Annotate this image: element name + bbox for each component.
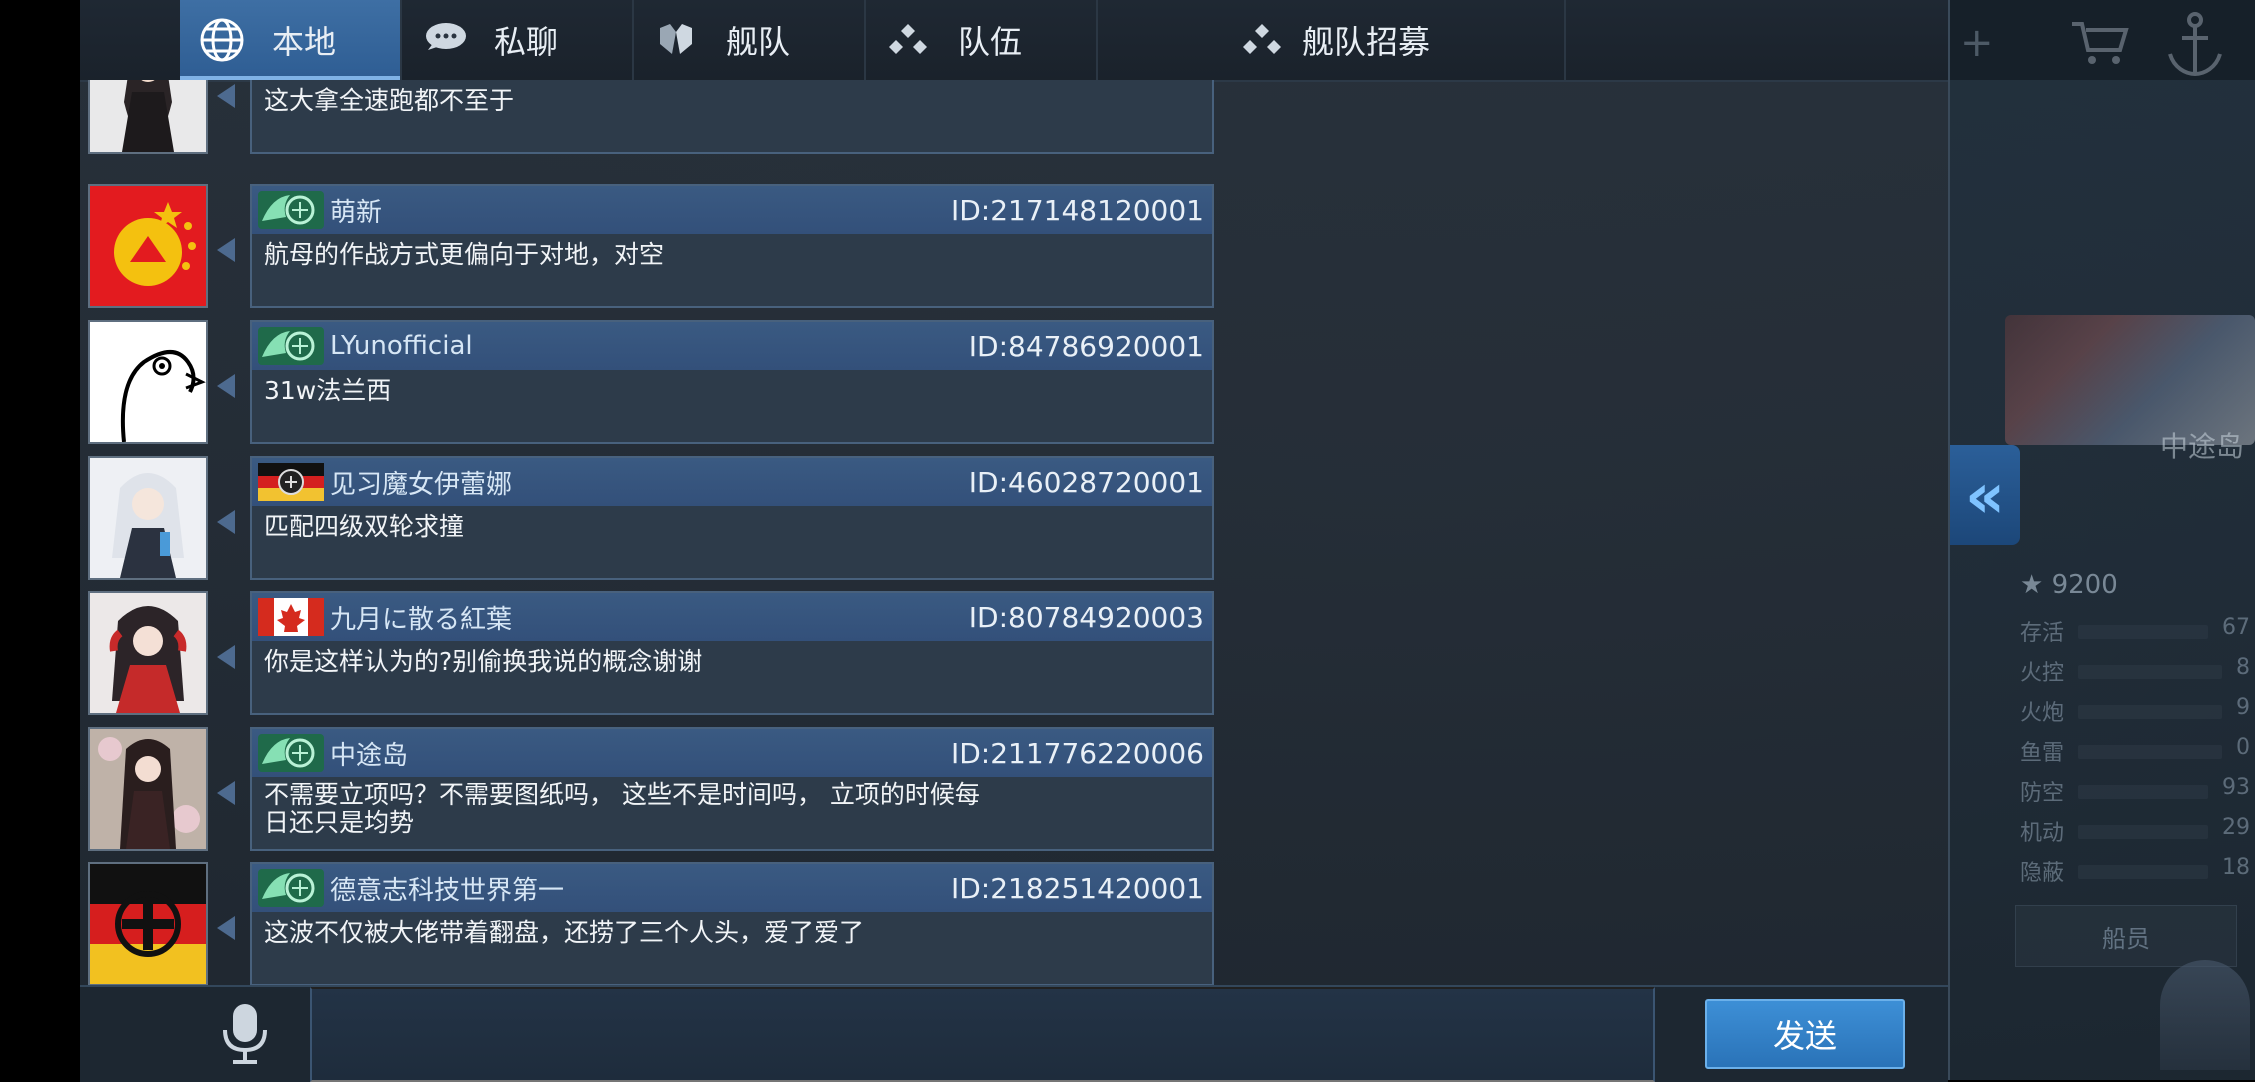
message-header: 德意志科技世界第一 ID:218251420001 xyxy=(252,864,1212,912)
tab-fleet-recruit[interactable]: 舰队招募 xyxy=(1098,0,1566,80)
list-item: LYunofficial ID:84786920001 31w法兰西 xyxy=(80,320,1214,450)
green-wing-emblem-icon xyxy=(258,869,324,907)
user-id: ID:46028720001 xyxy=(968,465,1204,499)
message-bubble: 中途岛 ID:211776220006 不需要立项吗？不需要图纸吗， 这些不是时… xyxy=(250,727,1214,851)
ship-rating: ★ 9200 xyxy=(2020,570,2118,600)
bubble-pointer xyxy=(217,238,235,262)
avatar[interactable] xyxy=(88,591,208,715)
list-item: 九月に散る紅葉 ID:80784920003 你是这样认为的?别偷换我说的概念谢… xyxy=(80,591,1214,721)
tab-label: 舰队招募 xyxy=(1301,23,1430,61)
german-flag-emblem-icon xyxy=(258,463,324,501)
list-item: 中途岛 ID:211776220006 不需要立项吗？不需要图纸吗， 这些不是时… xyxy=(80,727,1214,857)
message-text: 这大拿全速跑都不至于 xyxy=(264,86,515,115)
tab-label: 私聊 xyxy=(494,23,559,61)
list-item: 德意志科技世界第一 ID:218251420001 这波不仅被大佬带着翻盘，还捞… xyxy=(80,862,1214,985)
message-bubble: 九月に散る紅葉 ID:80784920003 你是这样认为的?别偷换我说的概念谢… xyxy=(250,591,1214,715)
message-bubble: LYunofficial ID:84786920001 31w法兰西 xyxy=(250,320,1214,444)
bubble-pointer xyxy=(217,84,235,108)
stat-row: 鱼雷 0 xyxy=(2020,735,2250,766)
collapse-chevron-icon[interactable]: « xyxy=(1950,445,2020,545)
microphone-icon[interactable] xyxy=(210,999,280,1069)
message-header: 见习魔女伊蕾娜 ID:46028720001 xyxy=(252,458,1212,506)
plus-icon[interactable]: + xyxy=(1960,20,1994,66)
send-button[interactable]: 发送 xyxy=(1705,999,1905,1069)
user-id: ID:84786920001 xyxy=(968,329,1204,363)
list-item: 这大拿全速跑都不至于 xyxy=(80,80,1214,160)
chat-input-bar: 发送 xyxy=(80,985,1948,1082)
tab-label: 舰队 xyxy=(726,23,791,61)
username[interactable]: 萌新 xyxy=(330,192,382,229)
user-id: ID:80784920003 xyxy=(968,600,1204,634)
username[interactable]: 德意志科技世界第一 xyxy=(330,870,564,907)
tab-team[interactable]: 队伍 xyxy=(866,0,1098,80)
green-wing-emblem-icon xyxy=(258,734,324,772)
tab-label: 队伍 xyxy=(958,23,1023,61)
stat-row: 隐蔽 18 xyxy=(2020,855,2250,886)
message-text: 不需要立项吗？不需要图纸吗， 这些不是时间吗， 立项的时候每 日还只是均势 xyxy=(264,780,980,837)
avatar[interactable] xyxy=(88,727,208,851)
bubble-pointer xyxy=(217,645,235,669)
cart-icon[interactable] xyxy=(2070,20,2130,65)
team-dots-icon xyxy=(878,10,938,70)
username[interactable]: 见习魔女伊蕾娜 xyxy=(330,464,512,501)
stat-row: 存活 67 xyxy=(2020,615,2250,646)
crew-button[interactable]: 船员 xyxy=(2015,905,2237,967)
tab-label: 本地 xyxy=(272,23,337,61)
username[interactable]: 中途岛 xyxy=(330,735,408,772)
recruit-dots-icon xyxy=(1232,10,1292,70)
stat-row: 机动 29 xyxy=(2020,815,2250,846)
message-bubble: 见习魔女伊蕾娜 ID:46028720001 匹配四级双轮求撞 xyxy=(250,456,1214,580)
avatar[interactable] xyxy=(88,862,208,985)
message-list[interactable]: 这大拿全速跑都不至于 萌新 ID:217148120001 航母的作战方式更偏向… xyxy=(80,80,1948,985)
tab-local[interactable]: 本地 xyxy=(180,0,402,80)
message-text: 31w法兰西 xyxy=(264,376,392,405)
message-header: 九月に散る紅葉 ID:80784920003 xyxy=(252,593,1212,641)
chat-tabbar: 本地 私聊 舰队 队伍 舰队招募 xyxy=(80,0,1948,82)
user-id: ID:217148120001 xyxy=(950,193,1204,227)
tab-private[interactable]: 私聊 xyxy=(402,0,634,80)
stat-row: 火控 8 xyxy=(2020,655,2250,686)
username[interactable]: LYunofficial xyxy=(330,331,473,361)
message-header: LYunofficial ID:84786920001 xyxy=(252,322,1212,370)
chat-panel: 本地 私聊 舰队 队伍 舰队招募 这大拿全速跑都不至于 萌新 ID:217148… xyxy=(80,0,1950,1082)
username[interactable]: 九月に散る紅葉 xyxy=(330,599,512,636)
list-item: 见习魔女伊蕾娜 ID:46028720001 匹配四级双轮求撞 xyxy=(80,456,1214,586)
stat-row: 火炮 9 xyxy=(2020,695,2250,726)
bubble-pointer xyxy=(217,510,235,534)
chat-bubble-icon xyxy=(414,10,474,70)
bubble-pointer xyxy=(217,781,235,805)
user-id: ID:211776220006 xyxy=(950,736,1204,770)
stat-row: 防空 93 xyxy=(2020,775,2250,806)
message-bubble: 萌新 ID:217148120001 航母的作战方式更偏向于对地，对空 xyxy=(250,184,1214,308)
canada-flag-emblem-icon xyxy=(258,598,324,636)
fleet-shield-icon xyxy=(646,10,706,70)
message-text: 匹配四级双轮求撞 xyxy=(264,512,465,541)
message-text: 你是这样认为的?别偷换我说的概念谢谢 xyxy=(264,647,703,676)
avatar[interactable] xyxy=(88,80,208,154)
message-text: 这波不仅被大佬带着翻盘，还捞了三个人头，爱了爱了 xyxy=(264,918,865,947)
ship-name: 中途岛 xyxy=(2160,430,2245,463)
message-input[interactable] xyxy=(310,987,1655,1082)
message-header: 中途岛 ID:211776220006 xyxy=(252,729,1212,777)
list-item: 萌新 ID:217148120001 航母的作战方式更偏向于对地，对空 xyxy=(80,184,1214,314)
anchor-icon[interactable] xyxy=(2160,10,2230,80)
message-bubble: 德意志科技世界第一 ID:218251420001 这波不仅被大佬带着翻盘，还捞… xyxy=(250,862,1214,985)
message-text: 航母的作战方式更偏向于对地，对空 xyxy=(264,240,665,269)
message-bubble: 这大拿全速跑都不至于 xyxy=(250,80,1214,154)
green-wing-emblem-icon xyxy=(258,191,324,229)
message-header: 萌新 ID:217148120001 xyxy=(252,186,1212,234)
avatar[interactable] xyxy=(88,184,208,308)
user-id: ID:218251420001 xyxy=(950,871,1204,905)
bubble-pointer xyxy=(217,374,235,398)
ship-stats: 存活 67 火控 8 火炮 9 鱼雷 0 防空 93 机动 29 隐蔽 18 xyxy=(2020,615,2250,895)
globe-icon xyxy=(192,10,252,70)
green-wing-emblem-icon xyxy=(258,327,324,365)
bubble-pointer xyxy=(217,916,235,940)
captain-portrait[interactable] xyxy=(2160,960,2250,1070)
tab-fleet[interactable]: 舰队 xyxy=(634,0,866,80)
avatar[interactable] xyxy=(88,320,208,444)
avatar[interactable] xyxy=(88,456,208,580)
